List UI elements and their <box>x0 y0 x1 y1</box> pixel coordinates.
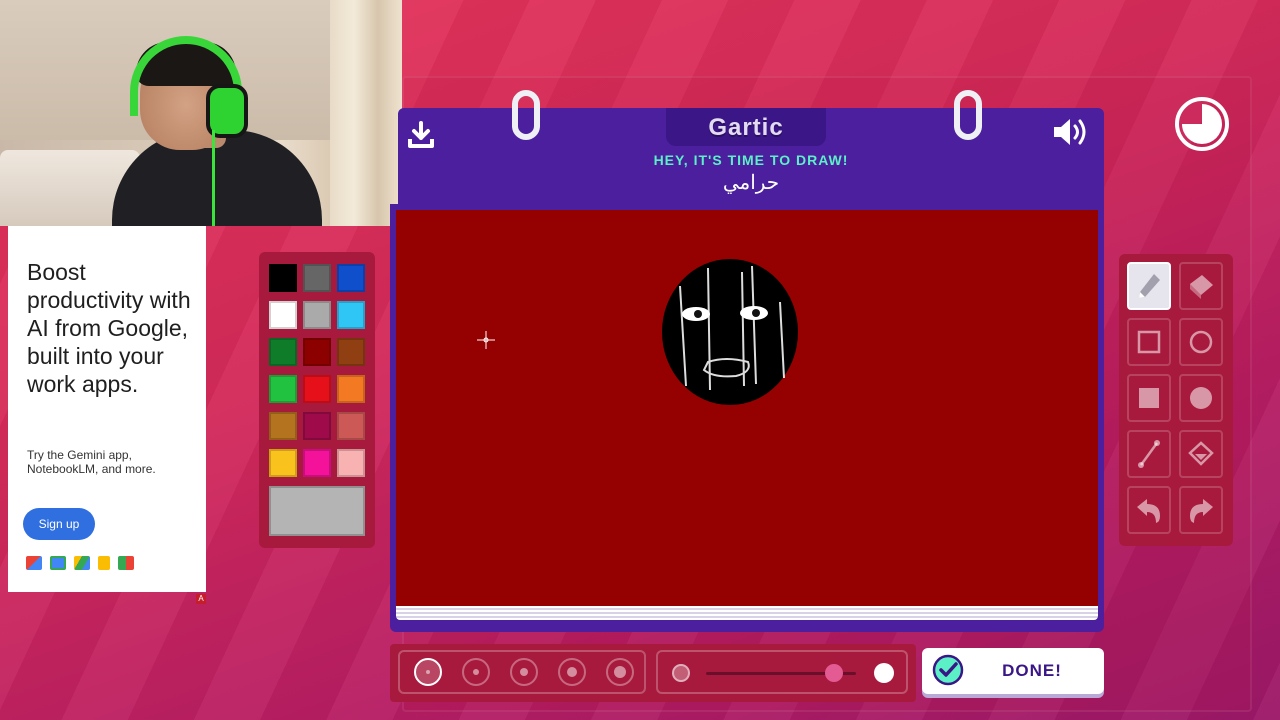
circle-outline-icon <box>1189 330 1213 354</box>
color-palette <box>259 252 375 548</box>
color-swatch[interactable] <box>303 301 331 329</box>
pencil-tool[interactable] <box>1127 262 1171 310</box>
brush-size-option[interactable] <box>462 658 490 686</box>
ad-headline: Boost productivity with AI from Google, … <box>27 259 191 397</box>
logo-tab: Gartic <box>666 108 826 146</box>
meet-icon <box>118 556 134 570</box>
opacity-min-indicator <box>672 664 690 682</box>
volume-icon[interactable] <box>1050 116 1090 148</box>
brush-size-selector <box>398 650 646 694</box>
color-swatch[interactable] <box>269 412 297 440</box>
draw-prompt: HEY, IT'S TIME TO DRAW! <box>653 152 849 168</box>
color-swatch[interactable] <box>337 375 365 403</box>
color-swatch[interactable] <box>303 375 331 403</box>
eraser-icon <box>1190 275 1213 299</box>
ad-panel: Boost productivity with AI from Google, … <box>8 226 206 592</box>
color-swatch[interactable] <box>337 412 365 440</box>
rect-outline-tool[interactable] <box>1127 318 1171 366</box>
color-swatch[interactable] <box>337 449 365 477</box>
opacity-max-indicator <box>874 663 894 683</box>
timer-icon <box>1175 97 1229 151</box>
brush-size-option[interactable] <box>414 658 442 686</box>
eraser-tool[interactable] <box>1179 262 1223 310</box>
word-to-draw: حرامي <box>722 172 780 194</box>
color-swatch[interactable] <box>269 338 297 366</box>
gmail-icon <box>26 556 42 570</box>
brush-size-option[interactable] <box>606 658 634 686</box>
docs-icon <box>98 556 110 570</box>
ad-choices-badge[interactable]: A <box>196 594 206 604</box>
line-icon <box>1138 440 1160 468</box>
paint-bucket-icon <box>1188 441 1214 466</box>
pencil-icon <box>1139 274 1160 298</box>
binder-ring-right <box>954 90 982 140</box>
ad-subtext: Try the Gemini app, NotebookLM, and more… <box>27 448 156 476</box>
check-icon <box>932 654 964 686</box>
drawing <box>662 259 798 405</box>
undo-icon <box>1137 499 1160 523</box>
square-outline-icon <box>1137 330 1161 354</box>
color-swatch[interactable] <box>337 301 365 329</box>
rect-fill-tool[interactable] <box>1127 374 1171 422</box>
canvas-frame <box>390 204 1104 632</box>
webcam-feed <box>0 0 402 226</box>
color-swatch[interactable] <box>303 264 331 292</box>
brush-options-bar <box>390 644 916 702</box>
done-button[interactable]: DONE! <box>922 648 1104 694</box>
ellipse-fill-tool[interactable] <box>1179 374 1223 422</box>
ad-signup-button[interactable]: Sign up <box>23 508 95 540</box>
swatch-grid <box>269 264 365 477</box>
color-swatch[interactable] <box>269 449 297 477</box>
opacity-handle[interactable] <box>824 664 843 682</box>
color-swatch[interactable] <box>303 449 331 477</box>
drawing-canvas[interactable] <box>396 210 1098 606</box>
redo-tool[interactable] <box>1179 486 1223 534</box>
circle-fill-icon <box>1190 387 1212 409</box>
undo-tool[interactable] <box>1127 486 1171 534</box>
brush-size-option[interactable] <box>510 658 538 686</box>
square-fill-icon <box>1139 388 1159 408</box>
notebook-pages <box>396 606 1098 620</box>
line-tool[interactable] <box>1127 430 1171 478</box>
color-swatch[interactable] <box>303 412 331 440</box>
gartic-logo: Gartic <box>708 114 784 141</box>
opacity-slider[interactable] <box>656 650 908 694</box>
drive-icon <box>74 556 90 570</box>
download-icon[interactable] <box>406 120 436 150</box>
calendar-icon <box>50 556 66 570</box>
current-color-preview[interactable] <box>269 486 365 536</box>
crosshair-cursor <box>477 331 495 349</box>
done-label: DONE! <box>1002 661 1062 680</box>
redo-icon <box>1190 499 1213 523</box>
draw-header: Gartic HEY, IT'S TIME TO DRAW! حرامي <box>398 90 1104 208</box>
ad-app-icons <box>26 556 134 570</box>
color-swatch[interactable] <box>337 264 365 292</box>
tool-panel <box>1119 254 1233 546</box>
ellipse-outline-tool[interactable] <box>1179 318 1223 366</box>
binder-ring-left <box>512 90 540 140</box>
color-swatch[interactable] <box>303 338 331 366</box>
fill-bucket-tool[interactable] <box>1179 430 1223 478</box>
color-swatch[interactable] <box>269 301 297 329</box>
color-swatch[interactable] <box>269 375 297 403</box>
color-swatch[interactable] <box>337 338 365 366</box>
brush-size-option[interactable] <box>558 658 586 686</box>
color-swatch[interactable] <box>269 264 297 292</box>
